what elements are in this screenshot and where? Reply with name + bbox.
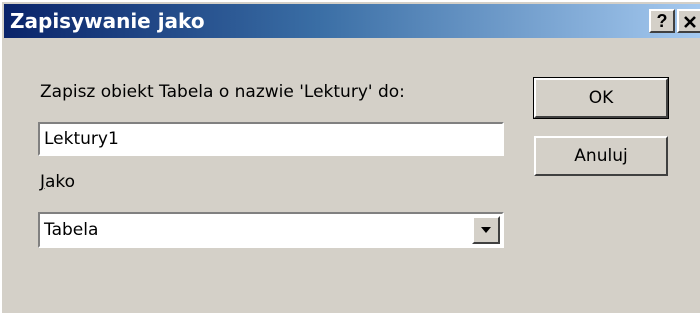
close-icon [684, 16, 696, 28]
dropdown-button[interactable] [472, 216, 500, 244]
save-prompt-label: Zapisz obiekt Tabela o nazwie 'Lektury' … [40, 82, 405, 102]
jako-label: Jako [40, 172, 75, 192]
window-title: Zapisywanie jako [10, 9, 205, 33]
save-as-type-value: Tabela [44, 220, 99, 240]
jako-label-text: ako [45, 172, 76, 192]
object-name-input[interactable]: Lektury1 [38, 122, 504, 156]
cancel-button[interactable]: Anuluj [534, 136, 668, 176]
help-button[interactable]: ? [649, 9, 675, 33]
ok-button[interactable]: OK [533, 77, 669, 119]
save-as-dialog: Zapisywanie jako ? Zapisz obiekt Tabela … [0, 0, 700, 313]
close-button[interactable] [677, 9, 700, 33]
chevron-down-icon [481, 227, 491, 233]
title-bar[interactable]: Zapisywanie jako ? [4, 4, 700, 38]
save-as-type-select[interactable]: Tabela [38, 212, 504, 248]
